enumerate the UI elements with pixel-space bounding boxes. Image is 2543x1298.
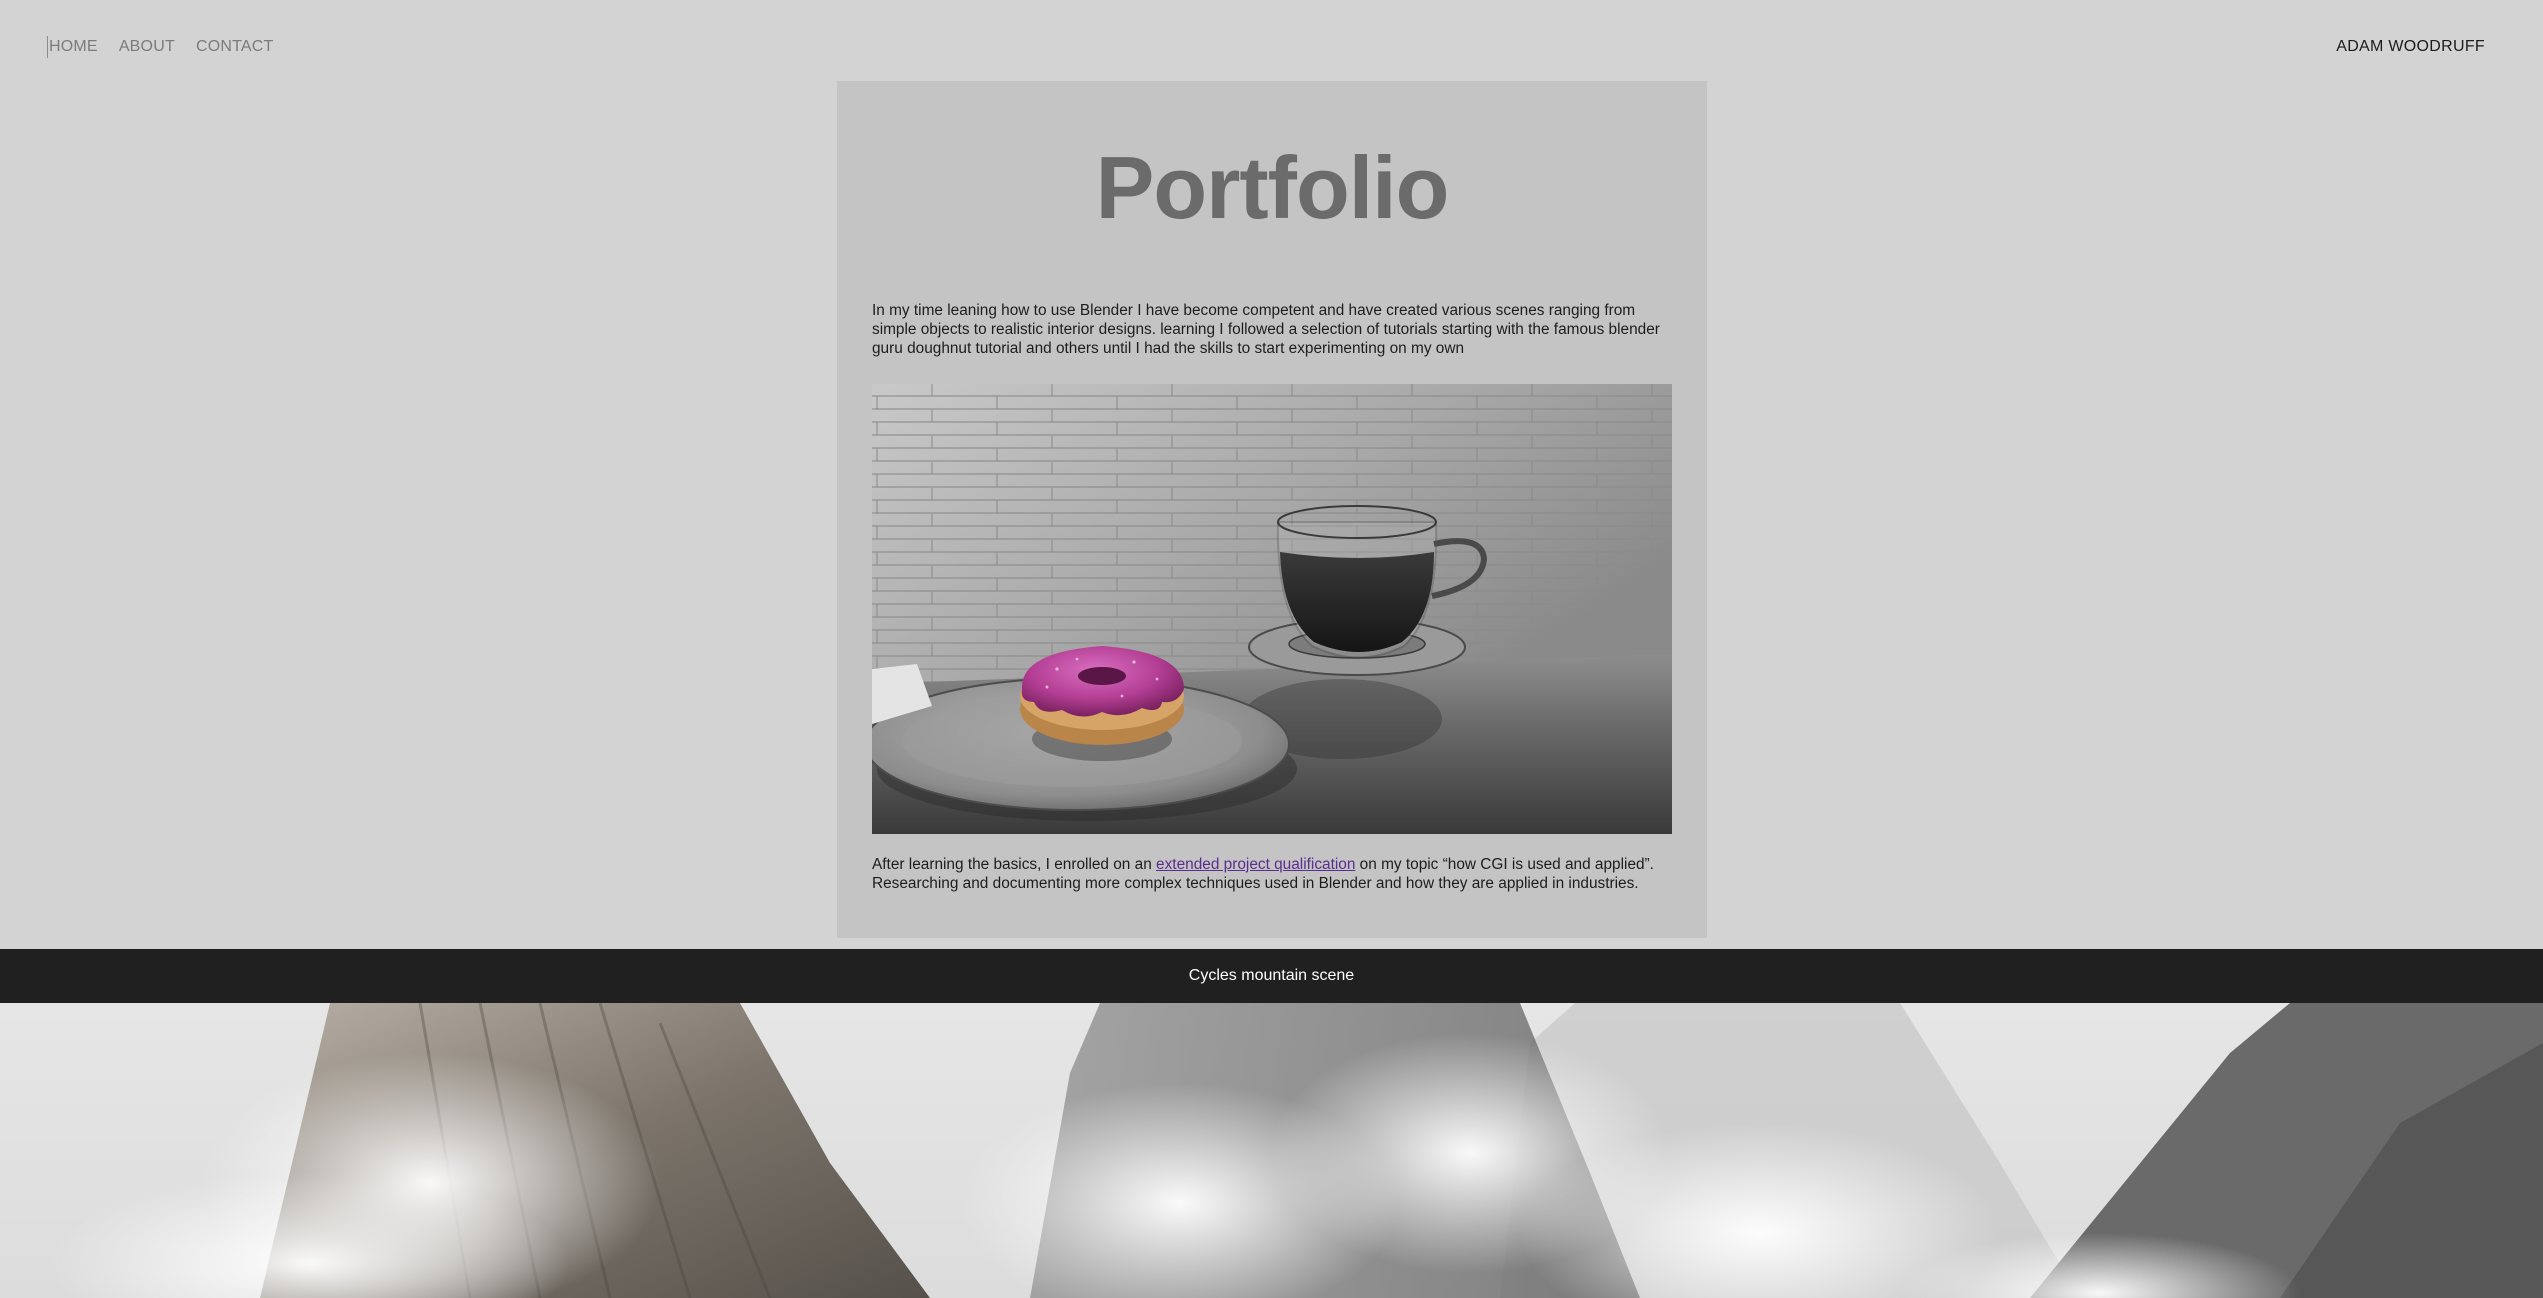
top-navigation: HOME ABOUT CONTACT [47,36,273,58]
nav-about-link[interactable]: ABOUT [119,36,175,58]
nav-contact-link[interactable]: CONTACT [196,36,274,58]
page-title: Portfolio [1095,138,1450,237]
page: HOME ABOUT CONTACT ADAM WOODRUFF Portfol… [0,0,2543,1298]
portfolio-card: Portfolio In my time leaning how to use … [837,81,1707,938]
intro-paragraph: In my time leaning how to use Blender I … [872,302,1660,357]
extended-project-qualification-link[interactable]: extended project qualification [1156,856,1355,873]
outro-paragraph: After learning the basics, I enrolled on… [872,855,1672,893]
site-brand-name[interactable]: ADAM WOODRUFF [2336,36,2485,58]
mountain-scene-caption-bar: Cycles mountain scene [0,949,2543,1003]
nav-home-link[interactable]: HOME [47,36,98,58]
outro-text-before: After learning the basics, I enrolled on… [872,856,1157,873]
doughnut-coffee-render-image [872,384,1672,834]
mountain-scene-image [0,1003,2543,1298]
